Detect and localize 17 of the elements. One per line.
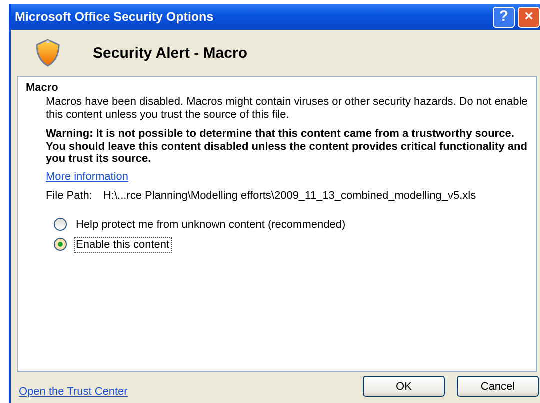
option-label[interactable]: Help protect me from unknown content (recommended) [74,216,348,232]
file-path-label: File Path: [46,190,92,202]
more-information-link[interactable]: More information [46,170,129,182]
alert-title: Security Alert - Macro [93,44,248,62]
trust-center-link[interactable]: Open the Trust Center [19,386,128,398]
description-text: Macros have been disabled. Macros might contain viruses or other security hazards. Do not enable this content unless you trust the source of this file. [46,96,528,122]
option-label[interactable]: Enable this content [74,236,172,252]
warning-text: Warning: It is not possible to determine that this content came from a trustworthy source. You should leave this content disabled unless the content provides critical functionality and you trust its source. [46,128,528,166]
help-button[interactable]: ? [493,6,515,28]
file-path-value: H:\...rce Planning\Modelling efforts\2009_11_13_combined_modelling_v5.xls [103,190,476,202]
close-button[interactable]: × [518,6,540,28]
window-title: Microsoft Office Security Options [15,10,214,24]
ok-button[interactable]: OK [363,376,445,397]
cancel-button[interactable]: Cancel [457,376,539,397]
radio-button[interactable] [54,238,67,251]
section-title: Macro [26,82,60,94]
radio-button[interactable] [54,218,67,231]
